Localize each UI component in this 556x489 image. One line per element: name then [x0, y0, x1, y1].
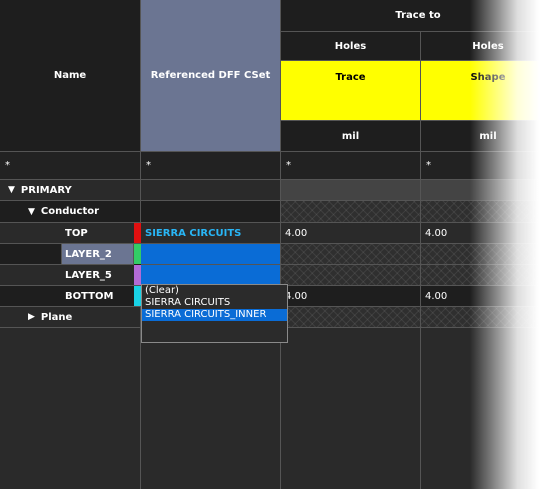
tree-row-primary-label: PRIMARY	[20, 184, 72, 196]
plane-shape-cell	[421, 307, 556, 328]
tree-row-layer-2[interactable]: LAYER_2	[62, 244, 134, 265]
filter-trace-value: *	[286, 160, 291, 171]
column-group-trace-to-label: Trace to	[395, 10, 441, 21]
tree-row-top-label: TOP	[65, 227, 88, 239]
layer-color-swatch-layer-5	[134, 265, 141, 285]
column-header-name[interactable]: Name	[0, 0, 141, 152]
column-header-referenced-dff-cset[interactable]: Referenced DFF CSet	[141, 0, 281, 152]
top-trace-cell[interactable]: 4.00	[281, 223, 421, 244]
plane-trace-cell	[281, 307, 421, 328]
layer2-trace-cell	[281, 244, 421, 265]
cset-dropdown-list[interactable]: (Clear) SIERRA CIRCUITS SIERRA CIRCUITS_…	[141, 284, 288, 343]
filter-cset-value: *	[146, 160, 151, 171]
layer-color-swatch-layer-2	[134, 244, 141, 264]
filter-shape-field[interactable]: *	[421, 152, 556, 180]
top-trace-value: 4.00	[285, 227, 308, 239]
column-divider	[280, 328, 281, 489]
column-header-shape[interactable]: Shape	[421, 61, 556, 121]
tree-row-primary[interactable]: ▼ PRIMARY	[0, 180, 141, 201]
column-header-name-label: Name	[53, 70, 87, 81]
column-header-shape-label: Shape	[470, 72, 506, 83]
bottom-shape-value: 4.00	[425, 290, 448, 302]
column-header-holes-1-label: Holes	[334, 40, 367, 52]
filter-trace-field[interactable]: *	[281, 152, 421, 180]
triangle-down-icon[interactable]: ▼	[28, 207, 35, 217]
constraint-grid: Name Referenced DFF CSet Trace to Holes …	[0, 0, 556, 489]
dropdown-option-sierra-circuits[interactable]: SIERRA CIRCUITS	[142, 297, 287, 309]
filter-name-value: *	[5, 160, 10, 171]
filter-cset-field[interactable]: *	[141, 152, 281, 180]
top-shape-value: 4.00	[425, 227, 448, 239]
tree-row-bottom-label: BOTTOM	[65, 290, 114, 302]
column-header-holes-2-label: Holes	[472, 40, 504, 52]
primary-trace-cell	[281, 180, 421, 201]
column-divider	[420, 328, 421, 489]
layer2-shape-cell	[421, 244, 556, 265]
tree-row-conductor[interactable]: ▼ Conductor	[0, 201, 141, 223]
column-unit-2-label: mil	[479, 130, 497, 142]
dropdown-option-sierra-circuits-inner[interactable]: SIERRA CIRCUITS_INNER	[142, 309, 287, 321]
layer-color-swatch-bottom	[134, 286, 141, 306]
column-unit-2: mil	[421, 121, 556, 152]
layer2-indent-cell	[0, 244, 62, 265]
column-unit-1-label: mil	[341, 130, 360, 142]
column-header-holes-1[interactable]: Holes	[281, 32, 421, 61]
tree-row-plane[interactable]: ▶ Plane	[0, 307, 141, 328]
top-shape-cell[interactable]: 4.00	[421, 223, 556, 244]
bottom-trace-cell[interactable]: 4.00	[281, 286, 421, 307]
tree-row-conductor-label: Conductor	[40, 206, 100, 217]
layer5-trace-cell	[281, 265, 421, 286]
layer5-shape-cell	[421, 265, 556, 286]
tree-row-layer-5[interactable]: LAYER_5	[0, 265, 141, 286]
layer5-cset-cell[interactable]	[141, 265, 281, 286]
top-cset-cell[interactable]: SIERRA CIRCUITS	[141, 223, 281, 244]
column-group-trace-to: Trace to	[281, 0, 556, 32]
column-divider	[140, 328, 141, 489]
column-unit-1: mil	[281, 121, 421, 152]
primary-cset-cell	[141, 180, 281, 201]
column-header-trace[interactable]: Trace	[281, 61, 421, 121]
column-header-trace-label: Trace	[335, 72, 366, 83]
layer2-cset-cell[interactable]	[141, 244, 281, 265]
tree-row-layer-5-label: LAYER_5	[65, 269, 112, 281]
bottom-trace-value: 4.00	[285, 290, 308, 302]
tree-row-layer-2-label: LAYER_2	[65, 248, 112, 260]
conductor-shape-cell	[421, 201, 556, 223]
triangle-right-icon[interactable]: ▶	[28, 312, 35, 322]
filter-shape-value: *	[426, 160, 431, 171]
tree-row-plane-label: Plane	[40, 311, 73, 323]
conductor-trace-cell	[281, 201, 421, 223]
column-header-holes-2[interactable]: Holes	[421, 32, 556, 61]
tree-row-bottom[interactable]: BOTTOM	[0, 286, 141, 307]
tree-row-top[interactable]: TOP	[0, 223, 141, 244]
layer-color-swatch-top	[134, 223, 141, 243]
conductor-cset-cell	[141, 201, 281, 223]
column-header-referenced-dff-cset-label: Referenced DFF CSet	[150, 70, 271, 81]
top-cset-value: SIERRA CIRCUITS	[145, 227, 242, 239]
triangle-down-icon[interactable]: ▼	[8, 185, 15, 195]
bottom-shape-cell[interactable]: 4.00	[421, 286, 556, 307]
dropdown-option-clear[interactable]: (Clear)	[142, 285, 287, 297]
primary-shape-cell	[421, 180, 556, 201]
filter-name-field[interactable]: *	[0, 152, 141, 180]
